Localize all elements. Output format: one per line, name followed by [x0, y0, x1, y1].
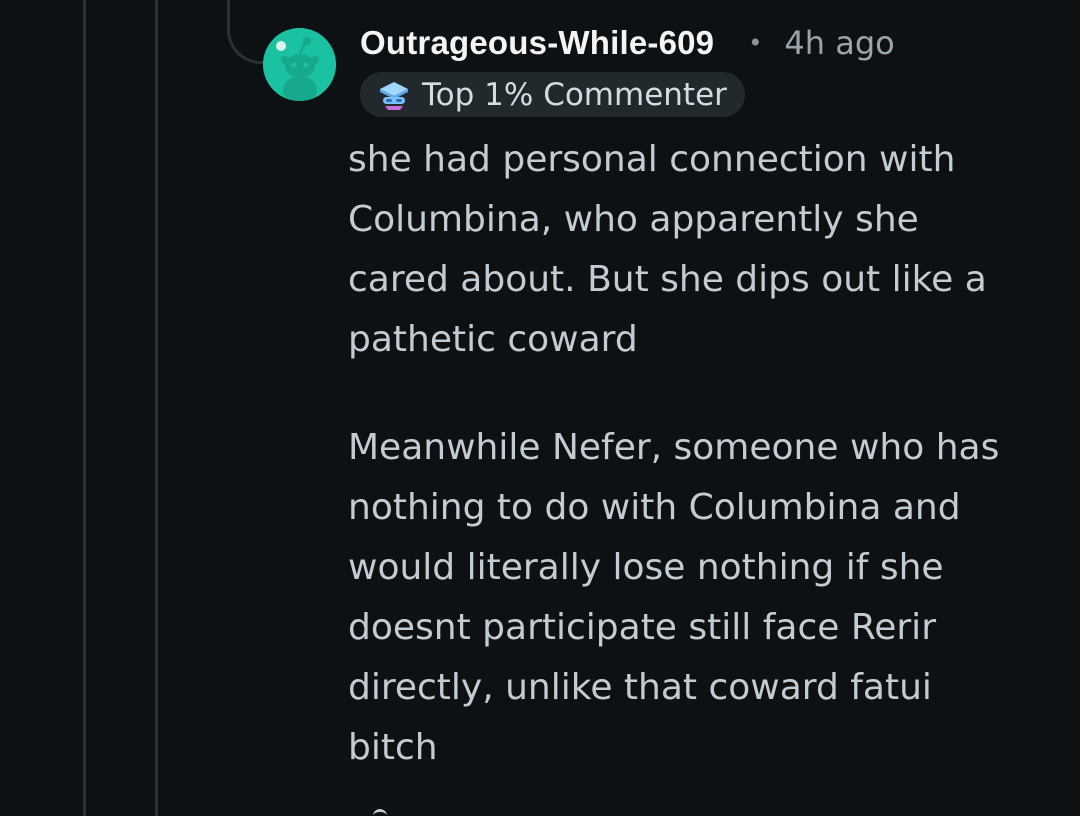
avatar[interactable] — [263, 28, 336, 101]
action-bar-icon[interactable] — [373, 809, 387, 816]
comment-author[interactable]: Outrageous-While-609 — [360, 24, 714, 62]
badge-label: Top 1% Commenter — [422, 76, 727, 113]
comment-body: she had personal connection with Columbi… — [348, 130, 1028, 778]
comment-paragraph: Meanwhile Nefer, someone who has nothing… — [348, 427, 1000, 768]
comment-header: Outrageous-While-609 • 4h ago — [360, 24, 895, 62]
meta-separator: • — [748, 29, 763, 57]
thread-line-inner[interactable] — [155, 0, 158, 816]
thread-connector — [227, 0, 267, 64]
commenter-badge[interactable]: Top 1% Commenter — [360, 72, 745, 117]
comment-timestamp[interactable]: 4h ago — [784, 24, 894, 62]
snoo-avatar-icon — [263, 28, 336, 101]
thread-line-outer[interactable] — [83, 0, 86, 816]
comment-paragraph: she had personal connection with Columbi… — [348, 139, 987, 360]
top-commenter-badge-icon — [376, 77, 412, 113]
